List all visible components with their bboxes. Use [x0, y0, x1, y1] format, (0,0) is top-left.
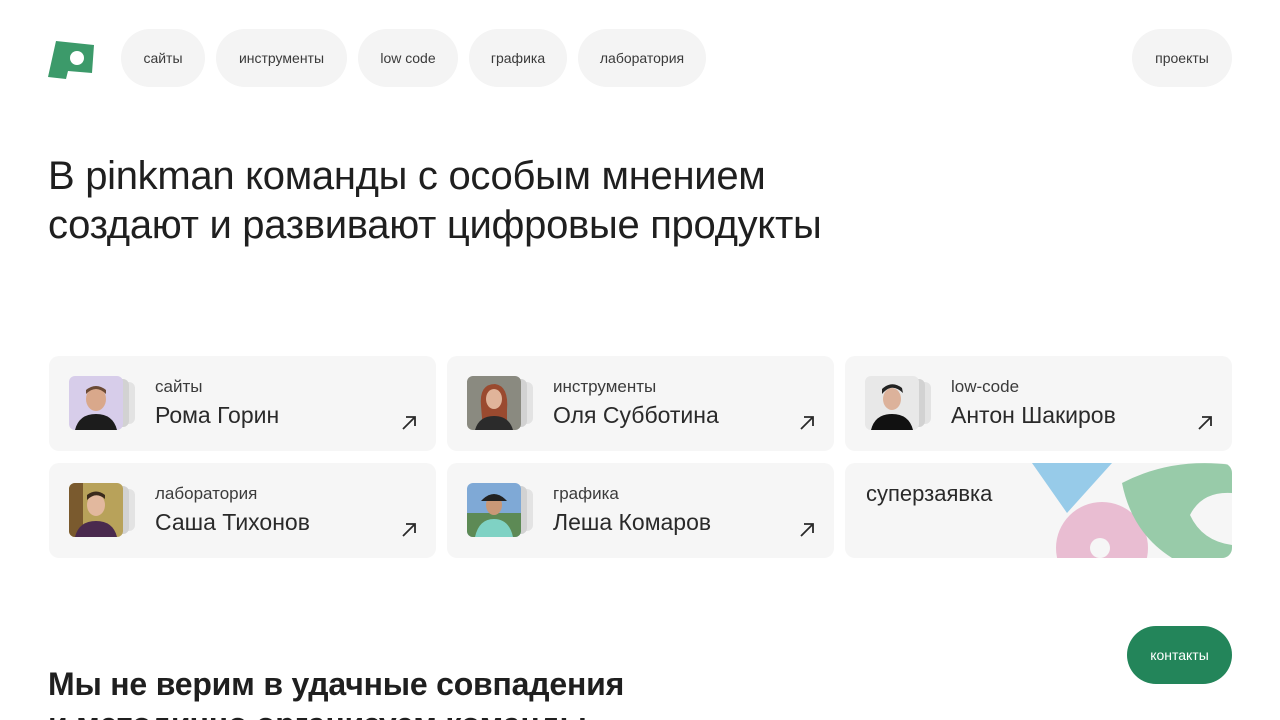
section-heading: Мы не верим в удачные совпадения и метод…: [48, 664, 748, 720]
team-category: инструменты: [553, 377, 657, 396]
nav-item-lab[interactable]: лаборатория: [578, 29, 706, 87]
pinkman-logo-icon[interactable]: [48, 39, 94, 79]
avatar: [865, 376, 919, 430]
arrow-up-right-icon: [800, 416, 814, 430]
hero-line-1: В pinkman команды с особым мнением: [48, 154, 766, 198]
nav-item-tools[interactable]: инструменты: [216, 29, 347, 87]
avatar-stack: [865, 376, 931, 430]
projects-button[interactable]: проекты: [1132, 29, 1232, 87]
nav-item-low-code[interactable]: low code: [358, 29, 458, 87]
decorative-shapes-icon: [1032, 463, 1232, 558]
arrow-up-right-icon: [402, 416, 416, 430]
avatar: [467, 483, 521, 537]
avatar-stack: [69, 376, 135, 430]
team-lead-name: Рома Горин: [155, 402, 280, 428]
page: сайты инструменты low code графика лабор…: [0, 0, 1280, 720]
arrow-up-right-icon: [1198, 416, 1212, 430]
team-category: графика: [553, 484, 619, 503]
team-lead-name: Оля Субботина: [553, 402, 719, 428]
nav-item-graphics[interactable]: графика: [469, 29, 567, 87]
team-card-lab[interactable]: лаборатория Саша Тихонов: [49, 463, 436, 558]
super-request-card[interactable]: суперзаявка: [845, 463, 1232, 558]
team-lead-name: Антон Шакиров: [951, 402, 1116, 428]
team-card-low-code[interactable]: low-code Антон Шакиров: [845, 356, 1232, 451]
team-card-sites[interactable]: сайты Рома Горин: [49, 356, 436, 451]
avatar: [467, 376, 521, 430]
main-nav: сайты инструменты low code графика лабор…: [121, 29, 706, 87]
team-lead-name: Леша Комаров: [553, 509, 712, 535]
avatar: [69, 483, 123, 537]
arrow-up-right-icon: [800, 523, 814, 537]
team-lead-name: Саша Тихонов: [155, 509, 310, 535]
team-card-tools[interactable]: инструменты Оля Субботина: [447, 356, 834, 451]
team-card-graphics[interactable]: графика Леша Комаров: [447, 463, 834, 558]
section-line-1: Мы не верим в удачные совпадения: [48, 666, 625, 702]
super-request-label: суперзаявка: [866, 481, 993, 506]
avatar-stack: [467, 376, 533, 430]
arrow-up-right-icon: [402, 523, 416, 537]
team-category: сайты: [155, 377, 203, 396]
contacts-button[interactable]: контакты: [1127, 626, 1232, 684]
avatar: [69, 376, 123, 430]
hero-heading: В pinkman команды с особым мнением созда…: [48, 152, 968, 250]
avatar-stack: [69, 483, 135, 537]
hero-line-2: создают и развивают цифровые продукты: [48, 203, 822, 247]
section-line-2: и методично организуем команды: [48, 704, 748, 720]
team-category: low-code: [951, 377, 1020, 396]
team-category: лаборатория: [155, 484, 258, 503]
avatar-stack: [467, 483, 533, 537]
nav-item-sites[interactable]: сайты: [121, 29, 205, 87]
